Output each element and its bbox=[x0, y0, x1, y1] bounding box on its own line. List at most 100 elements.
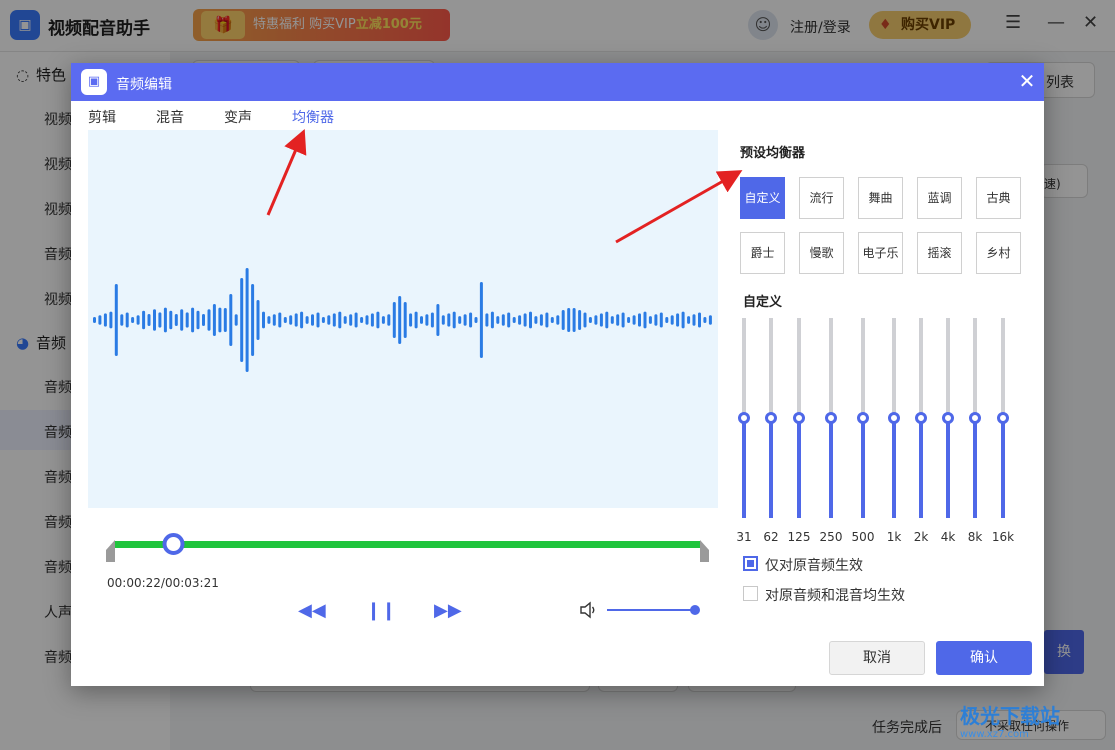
waveform-bar bbox=[556, 315, 560, 325]
waveform-bar bbox=[147, 314, 151, 326]
preset-button[interactable]: 摇滚 bbox=[917, 232, 962, 274]
volume-knob[interactable] bbox=[690, 605, 700, 615]
preset-button[interactable]: 慢歌 bbox=[799, 232, 844, 274]
eq-band-knob[interactable] bbox=[738, 412, 750, 424]
eq-band-slider[interactable]: 31 bbox=[731, 318, 757, 548]
pause-icon[interactable]: ❙❙ bbox=[366, 600, 396, 622]
waveform-bar bbox=[599, 313, 603, 327]
waveform-bar bbox=[256, 300, 260, 340]
waveform-bar bbox=[196, 310, 200, 330]
waveform-bar bbox=[430, 312, 434, 328]
tab-cut[interactable]: 剪辑 bbox=[88, 107, 116, 127]
tab-mix[interactable]: 混音 bbox=[156, 107, 184, 127]
rewind-icon[interactable]: ◀◀ bbox=[298, 600, 326, 622]
waveform-bar bbox=[479, 282, 483, 358]
progress-track[interactable] bbox=[88, 510, 718, 580]
trim-start-handle[interactable] bbox=[106, 540, 115, 562]
volume-fill bbox=[607, 609, 695, 611]
waveform-bar bbox=[289, 315, 293, 325]
eq-band-fill bbox=[829, 418, 833, 518]
waveform-bar bbox=[567, 308, 571, 332]
preset-button[interactable]: 蓝调 bbox=[917, 177, 962, 219]
waveform-bar bbox=[185, 312, 189, 328]
preset-button[interactable]: 电子乐 bbox=[858, 232, 903, 274]
eq-band-knob[interactable] bbox=[825, 412, 837, 424]
eq-band-fill bbox=[797, 418, 801, 518]
eq-band-slider[interactable]: 62 bbox=[758, 318, 784, 548]
waveform-bar bbox=[327, 315, 331, 325]
eq-band-knob[interactable] bbox=[765, 412, 777, 424]
eq-band-knob[interactable] bbox=[969, 412, 981, 424]
waveform-bar bbox=[452, 311, 456, 329]
trim-end-handle[interactable] bbox=[700, 540, 709, 562]
preset-button[interactable]: 古典 bbox=[976, 177, 1021, 219]
preset-button[interactable]: 舞曲 bbox=[858, 177, 903, 219]
waveform-bar bbox=[534, 316, 538, 324]
eq-band-fill bbox=[973, 418, 977, 518]
waveform-bar bbox=[687, 316, 691, 324]
progress-bar[interactable] bbox=[115, 541, 700, 548]
watermark: 极光下载站 www.xz7.com bbox=[960, 700, 1060, 740]
eq-band-slider[interactable]: 250 bbox=[818, 318, 844, 548]
eq-band-track bbox=[829, 318, 833, 418]
player-controls: 00:00:22/00:03:21 ◀◀ ❙❙ ▶▶ bbox=[88, 510, 718, 628]
waveform-bar bbox=[169, 310, 173, 330]
waveform-bar bbox=[349, 314, 353, 326]
waveform-bar bbox=[223, 308, 227, 332]
eq-band-knob[interactable] bbox=[997, 412, 1009, 424]
waveform-bar bbox=[229, 294, 233, 346]
preset-title: 预设均衡器 bbox=[740, 146, 806, 161]
waveform-bar bbox=[627, 317, 631, 323]
eq-band-fill bbox=[946, 418, 950, 518]
eq-band-knob[interactable] bbox=[888, 412, 900, 424]
fast-forward-icon[interactable]: ▶▶ bbox=[434, 600, 462, 622]
preset-button[interactable]: 流行 bbox=[799, 177, 844, 219]
preset-button[interactable]: 乡村 bbox=[976, 232, 1021, 274]
progress-knob[interactable] bbox=[162, 533, 185, 555]
cancel-button[interactable]: 取消 bbox=[829, 641, 925, 675]
eq-band-slider[interactable]: 125 bbox=[786, 318, 812, 548]
waveform-bar bbox=[142, 310, 146, 330]
waveform-bar bbox=[109, 311, 113, 329]
eq-band-track bbox=[1001, 318, 1005, 418]
waveform-bar bbox=[594, 315, 598, 325]
tab-voice-change[interactable]: 变声 bbox=[224, 107, 252, 127]
waveform-bar bbox=[267, 316, 271, 324]
waveform-bar bbox=[648, 316, 652, 324]
checkbox-original-only[interactable] bbox=[743, 556, 758, 571]
waveform-bar bbox=[403, 302, 407, 338]
eq-band-track bbox=[892, 318, 896, 418]
eq-band-slider[interactable]: 500 bbox=[850, 318, 876, 548]
waveform-bar bbox=[305, 316, 309, 324]
waveform-bar bbox=[294, 313, 298, 327]
eq-band-slider[interactable]: 2k bbox=[908, 318, 934, 548]
waveform-bar bbox=[218, 307, 222, 333]
waveform-bar bbox=[251, 284, 255, 356]
eq-band-slider[interactable]: 16k bbox=[990, 318, 1016, 548]
eq-band-knob[interactable] bbox=[942, 412, 954, 424]
confirm-button[interactable]: 确认 bbox=[936, 641, 1032, 675]
eq-band-knob[interactable] bbox=[915, 412, 927, 424]
waveform-bar bbox=[332, 313, 336, 327]
checkbox-original-and-mix[interactable] bbox=[743, 586, 758, 601]
eq-band-slider[interactable]: 1k bbox=[881, 318, 907, 548]
eq-band-slider[interactable]: 4k bbox=[935, 318, 961, 548]
tab-equalizer[interactable]: 均衡器 bbox=[292, 107, 334, 127]
eq-band-knob[interactable] bbox=[793, 412, 805, 424]
waveform-bar bbox=[272, 314, 276, 326]
waveform-bar bbox=[436, 304, 440, 336]
waveform-bar bbox=[501, 314, 505, 326]
preset-button[interactable]: 爵士 bbox=[740, 232, 785, 274]
eq-band-track bbox=[919, 318, 923, 418]
preset-button[interactable]: 自定义 bbox=[740, 177, 785, 219]
waveform-bar bbox=[93, 317, 96, 323]
waveform-bar bbox=[398, 296, 402, 344]
eq-band-knob[interactable] bbox=[857, 412, 869, 424]
eq-band-track bbox=[861, 318, 865, 418]
volume-icon[interactable] bbox=[578, 600, 598, 620]
eq-band-slider[interactable]: 8k bbox=[962, 318, 988, 548]
volume-slider[interactable] bbox=[607, 602, 702, 618]
waveform-bar bbox=[507, 312, 511, 328]
close-icon[interactable]: ✕ bbox=[1016, 70, 1038, 92]
waveform-bar bbox=[698, 312, 701, 328]
